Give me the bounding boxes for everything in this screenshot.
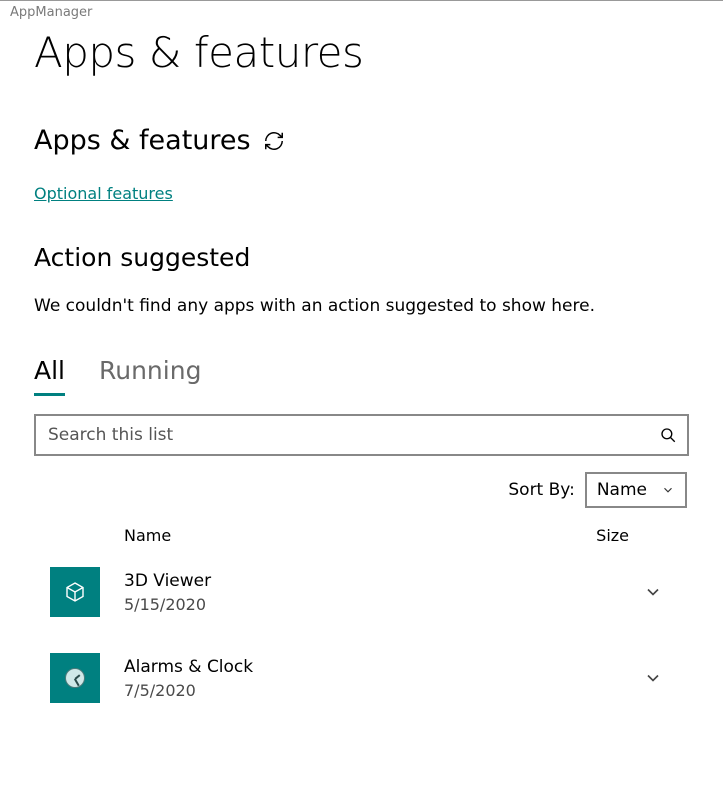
search-box[interactable] bbox=[34, 414, 689, 456]
app-date: 7/5/2020 bbox=[124, 681, 633, 700]
optional-features-link[interactable]: Optional features bbox=[34, 184, 173, 203]
action-suggested-empty: We couldn't find any apps with an action… bbox=[34, 296, 689, 316]
window-title: AppManager bbox=[0, 1, 723, 20]
app-name: 3D Viewer bbox=[124, 571, 633, 591]
tab-running[interactable]: Running bbox=[99, 356, 201, 393]
list-item[interactable]: 3D Viewer 5/15/2020 bbox=[34, 559, 689, 625]
search-input[interactable] bbox=[46, 424, 659, 446]
action-suggested-heading: Action suggested bbox=[34, 243, 689, 272]
chevron-down-icon bbox=[661, 483, 675, 497]
app-date: 5/15/2020 bbox=[124, 595, 633, 614]
expand-icon[interactable] bbox=[633, 668, 673, 688]
column-header-size: Size bbox=[596, 526, 629, 545]
expand-icon[interactable] bbox=[633, 582, 673, 602]
refresh-icon[interactable] bbox=[263, 130, 285, 152]
search-icon[interactable] bbox=[659, 426, 677, 444]
sort-select[interactable]: Name bbox=[585, 472, 687, 508]
section-heading: Apps & features bbox=[34, 125, 251, 156]
app-name: Alarms & Clock bbox=[124, 657, 633, 677]
sort-by-label: Sort By: bbox=[508, 480, 574, 500]
cube-icon bbox=[50, 567, 100, 617]
page-title: Apps & features bbox=[34, 28, 689, 77]
column-header-name: Name bbox=[124, 526, 596, 545]
clock-icon bbox=[50, 653, 100, 703]
sort-selected-value: Name bbox=[597, 480, 647, 500]
tab-all[interactable]: All bbox=[34, 356, 65, 396]
list-item[interactable]: Alarms & Clock 7/5/2020 bbox=[34, 645, 689, 711]
